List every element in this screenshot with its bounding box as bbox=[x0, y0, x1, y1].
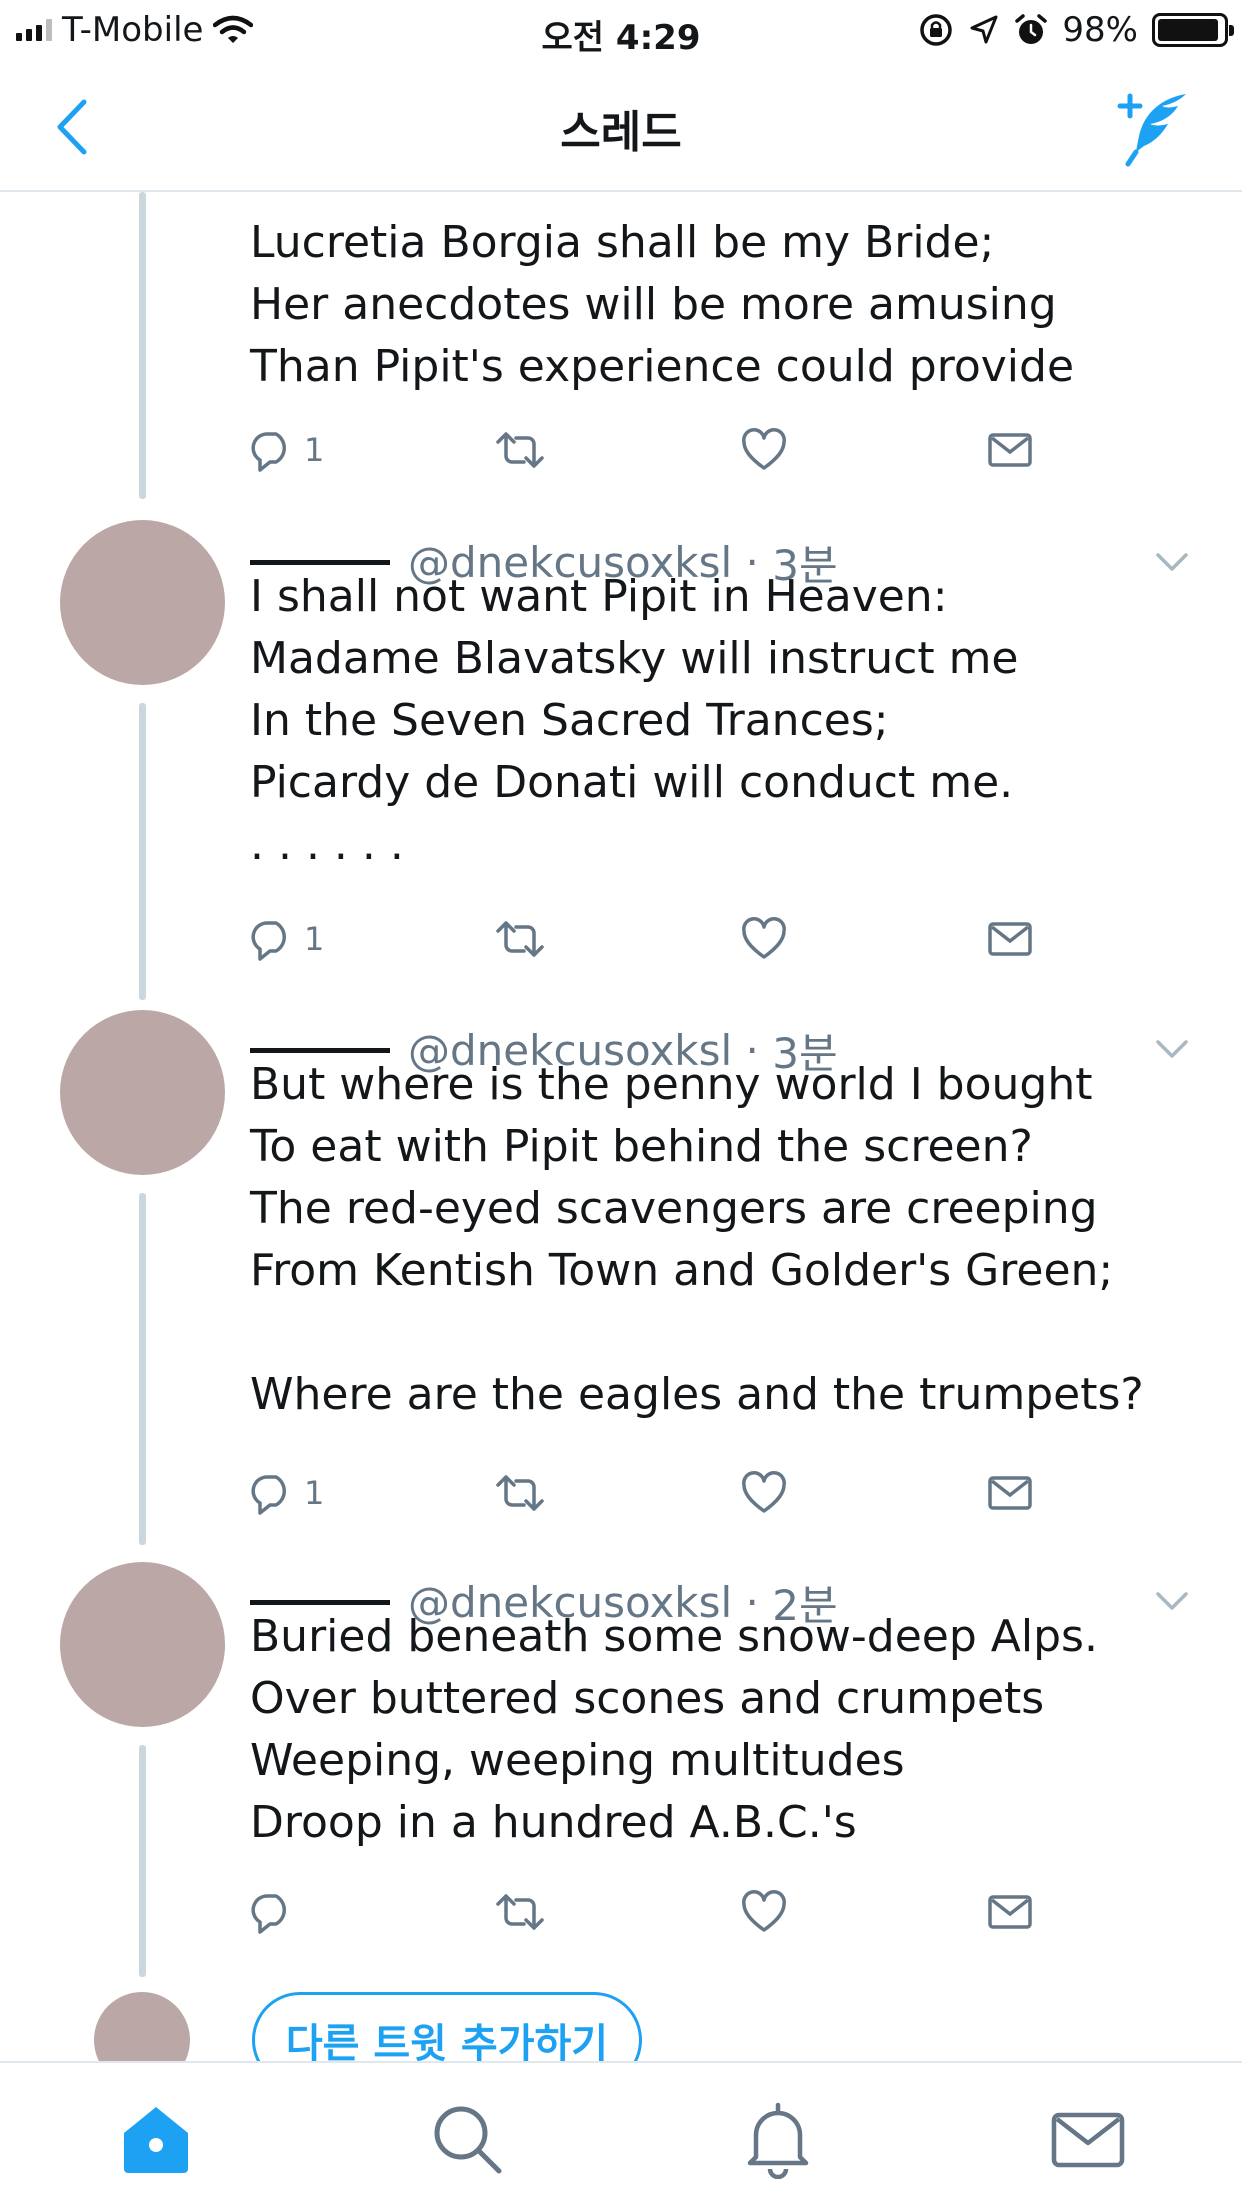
like-button[interactable] bbox=[740, 909, 788, 969]
tweet-actions: 1 bbox=[248, 1463, 1048, 1523]
status-right: 98% bbox=[918, 10, 1234, 50]
tweet[interactable]: @dnekcusoxksl · 2분 Buried beneath some s… bbox=[0, 1562, 1242, 1992]
tweet-text: I shall not want Pipit in Heaven: Madame… bbox=[250, 571, 1019, 870]
notifications-icon[interactable] bbox=[738, 2099, 818, 2179]
retweet-button[interactable] bbox=[492, 1463, 548, 1523]
display-name[interactable] bbox=[250, 559, 390, 565]
tweet-text: Buried beneath some snow-deep Alps. Over… bbox=[250, 1611, 1098, 1848]
avatar[interactable] bbox=[60, 1010, 225, 1175]
mail-icon bbox=[988, 1476, 1032, 1510]
home-icon[interactable] bbox=[116, 2099, 196, 2179]
thread-line bbox=[139, 1745, 146, 1977]
avatar[interactable] bbox=[60, 520, 225, 685]
alarm-icon bbox=[1015, 14, 1048, 44]
heart-icon bbox=[742, 428, 786, 470]
retweet-button[interactable] bbox=[492, 1882, 548, 1942]
thread-content: Lucretia Borgia shall be my Bride; Her a… bbox=[0, 192, 1242, 2061]
reply-icon bbox=[251, 1894, 286, 1934]
like-button[interactable] bbox=[740, 1882, 788, 1942]
share-button[interactable] bbox=[986, 909, 1034, 969]
battery-icon bbox=[1152, 13, 1234, 47]
thread-line bbox=[139, 192, 146, 499]
like-button[interactable] bbox=[740, 1463, 788, 1523]
tweet-text: Lucretia Borgia shall be my Bride; Her a… bbox=[250, 217, 1075, 392]
reply-button[interactable]: 1 bbox=[248, 420, 324, 480]
orientation-lock-icon bbox=[920, 14, 953, 46]
reply-button[interactable]: 1 bbox=[248, 909, 324, 969]
tweet-actions: 1 bbox=[248, 420, 1048, 480]
tweet[interactable]: @dnekcusoxksl · 3분 But where is the penn… bbox=[0, 1010, 1242, 1562]
reply-count: 1 bbox=[304, 431, 325, 469]
tab-bar bbox=[0, 2061, 1242, 2208]
share-button[interactable] bbox=[986, 1882, 1034, 1942]
retweet-icon bbox=[496, 432, 544, 468]
avatar bbox=[94, 1992, 190, 2061]
retweet-button[interactable] bbox=[492, 909, 548, 969]
add-another-tweet-button[interactable]: 다른 트윗 추가하기 bbox=[252, 1992, 642, 2061]
reply-button[interactable]: 1 bbox=[248, 1463, 324, 1523]
page-title: 스레드 bbox=[560, 107, 682, 158]
reply-icon bbox=[251, 1475, 286, 1515]
reply-button[interactable] bbox=[248, 1882, 304, 1942]
retweet-button[interactable] bbox=[492, 420, 548, 480]
display-name[interactable] bbox=[250, 1047, 390, 1053]
tweet-actions bbox=[248, 1882, 1048, 1942]
battery-percent: 98% bbox=[1062, 10, 1138, 50]
status-bar: T-Mobile 오전 4:29 98% bbox=[0, 0, 1242, 62]
heart-icon bbox=[742, 1890, 786, 1932]
tweet-text: But where is the penny world I bought To… bbox=[250, 1059, 1144, 1420]
reply-icon bbox=[251, 432, 286, 472]
share-button[interactable] bbox=[986, 420, 1034, 480]
mail-icon bbox=[988, 922, 1032, 956]
avatar[interactable] bbox=[60, 1562, 225, 1727]
thread-line bbox=[139, 1193, 146, 1545]
display-name[interactable] bbox=[250, 1599, 390, 1605]
reply-count: 1 bbox=[304, 1474, 325, 1512]
heart-icon bbox=[742, 917, 786, 959]
location-icon bbox=[970, 15, 998, 44]
heart-icon bbox=[742, 1471, 786, 1513]
retweet-icon bbox=[496, 1894, 544, 1930]
thread-line bbox=[139, 703, 146, 1000]
share-button[interactable] bbox=[986, 1463, 1034, 1523]
tweet-actions: 1 bbox=[248, 909, 1048, 969]
retweet-icon bbox=[496, 921, 544, 957]
like-button[interactable] bbox=[740, 420, 788, 480]
mail-icon bbox=[988, 433, 1032, 467]
search-icon[interactable] bbox=[427, 2099, 507, 2179]
reply-icon bbox=[251, 921, 286, 961]
reply-count: 1 bbox=[304, 920, 325, 958]
tweet[interactable]: @dnekcusoxksl · 3분 I shall not want Pipi… bbox=[0, 520, 1242, 1010]
retweet-icon bbox=[496, 1475, 544, 1511]
messages-icon[interactable] bbox=[1048, 2099, 1128, 2179]
mail-icon bbox=[988, 1895, 1032, 1929]
nav-bar: 스레드 bbox=[0, 62, 1242, 192]
compose-tweet-icon[interactable] bbox=[1112, 88, 1192, 168]
